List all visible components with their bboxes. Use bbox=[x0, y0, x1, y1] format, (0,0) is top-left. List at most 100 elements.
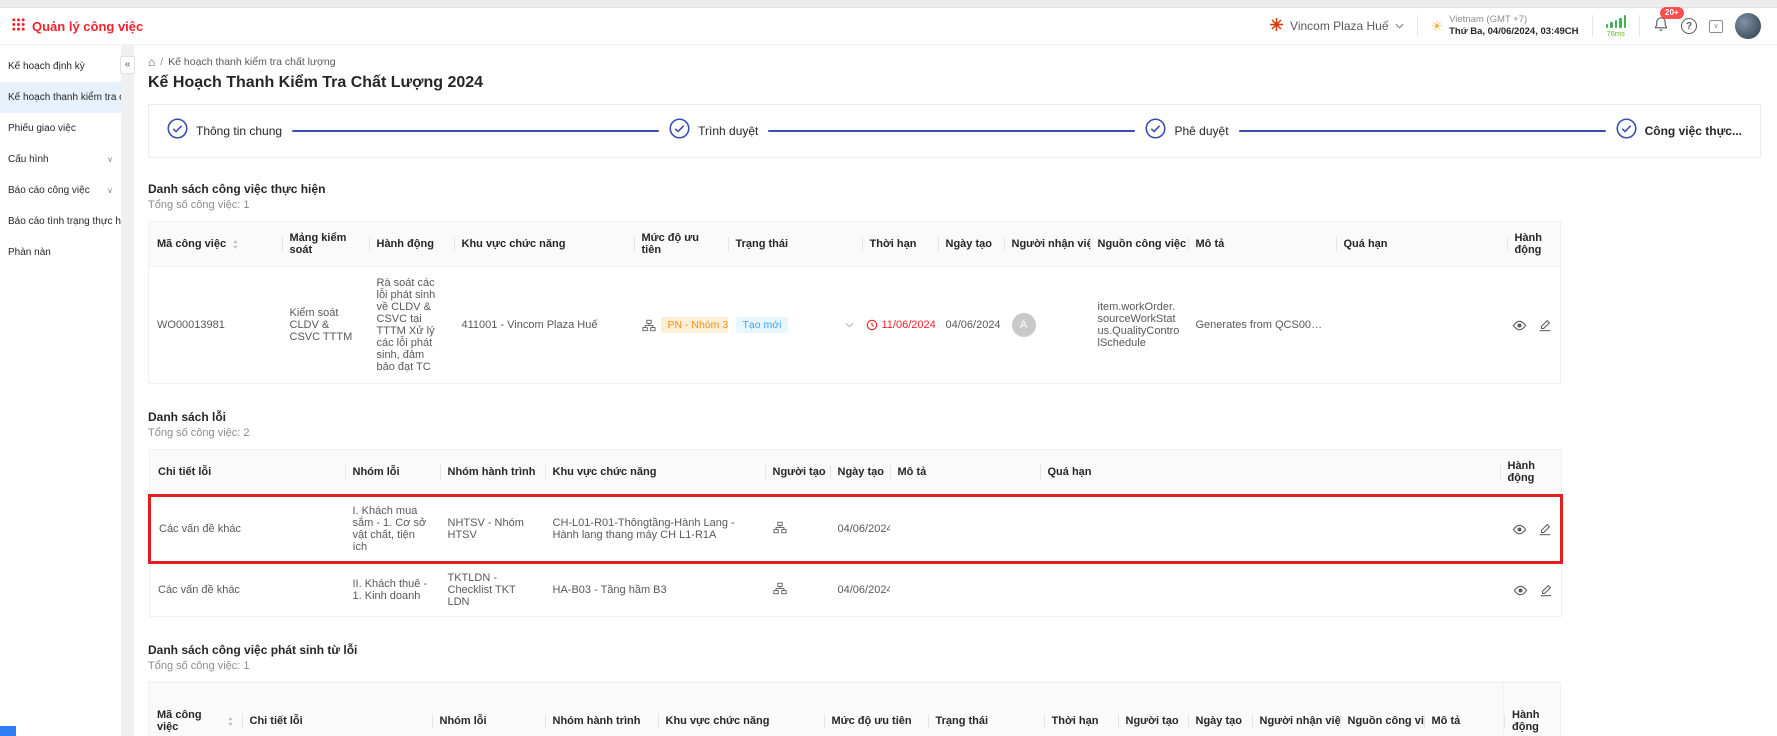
overdue bbox=[1336, 267, 1507, 384]
sidebar-item-label: Báo cáo công việc bbox=[8, 185, 90, 196]
section-derived-list: Danh sách công việc phát sinh từ lỗi Tổn… bbox=[148, 643, 1761, 736]
status-badge: Tạo mới bbox=[736, 317, 789, 333]
app-grid-icon[interactable] bbox=[12, 18, 25, 34]
description bbox=[890, 563, 1040, 617]
network-status[interactable]: 76ms bbox=[1606, 15, 1627, 38]
app-menu[interactable]: Quản lý công việc bbox=[12, 18, 143, 34]
functional-area: HA-B03 - Tầng hầm B3 bbox=[545, 563, 765, 617]
work-row: WO00013981 Kiểm soát CLDV & CSVC TTTM Rà… bbox=[149, 267, 1561, 384]
sidebar-item-label: Kế hoạch thanh kiểm tra chất... bbox=[8, 92, 121, 103]
layout: Kế hoạch định kỳ Kế hoạch thanh kiểm tra… bbox=[0, 45, 1777, 736]
column-header: Nhóm hành trình bbox=[440, 450, 545, 496]
topbar-icons: 20+ ? ∨ bbox=[1653, 13, 1761, 39]
column-header: Hành động bbox=[1507, 222, 1561, 267]
app-title: Quản lý công việc bbox=[32, 19, 143, 34]
chevron-down-icon: ∨ bbox=[107, 155, 113, 164]
view-button[interactable] bbox=[1512, 522, 1527, 537]
work-code: WO00013981 bbox=[149, 267, 282, 384]
created-date: 04/06/2024 bbox=[830, 563, 890, 617]
step-phe-duyet[interactable]: Phê duyệt bbox=[1145, 118, 1228, 144]
timezone-label: Vietnam (GMT +7) bbox=[1449, 14, 1578, 26]
clock-icon bbox=[866, 319, 878, 331]
sidebar-item-ke-hoach-dinh-ky[interactable]: Kế hoạch định kỳ bbox=[0, 51, 121, 82]
timezone-widget[interactable]: ☀ Vietnam (GMT +7) Thứ Ba, 04/06/2024, 0… bbox=[1431, 14, 1579, 39]
derived-list-table: Mã công việc Chi tiết lỗi Nhóm lỗi Nhóm … bbox=[148, 682, 1561, 736]
column-header: Người tạo bbox=[1118, 683, 1188, 736]
sidebar-item-phieu-giao-viec[interactable]: Phiếu giao việc bbox=[0, 113, 121, 144]
edit-button[interactable] bbox=[1538, 318, 1552, 332]
work-description: Generates from QCS00013976, Kiể... bbox=[1188, 267, 1336, 384]
user-avatar[interactable] bbox=[1735, 13, 1761, 39]
sidebar-item-bao-cao-cong-viec[interactable]: Báo cáo công việc ∨ bbox=[0, 175, 121, 206]
column-header: Nhóm lỗi bbox=[345, 450, 440, 496]
view-button[interactable] bbox=[1513, 583, 1528, 598]
column-header: Ngày tạo bbox=[938, 222, 1004, 267]
work-source: item.workOrder.sourceWorkStatus.QualityC… bbox=[1090, 267, 1188, 384]
created-date: 04/06/2024 bbox=[938, 267, 1004, 384]
assignee-avatar[interactable]: A bbox=[1012, 313, 1036, 337]
org-switcher[interactable]: Vincom Plaza Huế bbox=[1269, 17, 1404, 35]
step-cong-viec-thuc-hien[interactable]: Công việc thực... bbox=[1616, 118, 1742, 144]
home-icon[interactable]: ⌂ bbox=[148, 55, 155, 69]
column-header: Mã công việc bbox=[149, 222, 282, 267]
breadcrumb-separator: / bbox=[160, 56, 163, 68]
overdue bbox=[1040, 563, 1500, 617]
journey-group: NHTSV - Nhóm HTSV bbox=[440, 496, 545, 563]
bell-icon bbox=[1653, 19, 1669, 36]
hierarchy-icon[interactable] bbox=[773, 582, 787, 595]
edit-button[interactable] bbox=[1538, 522, 1552, 536]
sidebar-item-bao-cao-tinh-trang[interactable]: Báo cáo tình trạng thực hiện ∨ bbox=[0, 206, 121, 237]
chevron-down-icon[interactable] bbox=[845, 322, 854, 328]
sidebar-item-label: Phiếu giao việc bbox=[8, 123, 76, 134]
column-header: Khu vực chức năng bbox=[454, 222, 634, 267]
priority-badge: PN - Nhóm 3 bbox=[661, 317, 728, 333]
column-header: Mô tả bbox=[890, 450, 1040, 496]
help-button[interactable]: ? bbox=[1681, 18, 1697, 34]
error-group: I. Khách mua sắm - 1. Cơ sở vật chất, ti… bbox=[345, 496, 440, 563]
org-name: Vincom Plaza Huế bbox=[1290, 19, 1389, 33]
column-header: Mức độ ưu tiên bbox=[824, 683, 928, 736]
section-title: Danh sách công việc thực hiện bbox=[148, 182, 1761, 196]
section-total: Tổng số công việc: 1 bbox=[148, 660, 1761, 672]
divider bbox=[1592, 15, 1593, 37]
hierarchy-icon[interactable] bbox=[642, 319, 656, 332]
column-header: Trạng thái bbox=[928, 683, 1044, 736]
section-title: Danh sách lỗi bbox=[148, 410, 1761, 424]
workspace-icon[interactable]: ∨ bbox=[1709, 20, 1723, 33]
sidebar-collapse-button[interactable]: « bbox=[120, 56, 135, 74]
table-header-row: Mã công việc Chi tiết lỗi Nhóm lỗi Nhóm … bbox=[149, 683, 1561, 736]
column-header: Quá hạn bbox=[1336, 222, 1507, 267]
column-header: Nguồn công việc bbox=[1340, 683, 1424, 736]
step-thong-tin-chung[interactable]: Thông tin chung bbox=[167, 118, 282, 144]
column-header: Trạng thái bbox=[728, 222, 862, 267]
column-header: Mô tả bbox=[1188, 222, 1336, 267]
sort-icon[interactable] bbox=[232, 239, 239, 250]
step-label: Phê duyệt bbox=[1174, 124, 1228, 138]
stepper: Thông tin chung Trình duyệt Phê duyệt Cô… bbox=[148, 104, 1761, 158]
sidebar-item-label: Cấu hình bbox=[8, 154, 49, 165]
work-action-text: Rà soát các lỗi phát sinh về CLDV & CSVC… bbox=[369, 267, 454, 384]
section-total: Tổng số công việc: 2 bbox=[148, 427, 1761, 439]
notifications-button[interactable]: 20+ bbox=[1653, 16, 1669, 37]
column-header: Chi tiết lỗi bbox=[150, 450, 345, 496]
check-circle-icon bbox=[669, 118, 690, 144]
step-trinh-duyet[interactable]: Trình duyệt bbox=[669, 118, 758, 144]
sidebar-item-cau-hinh[interactable]: Cấu hình ∨ bbox=[0, 144, 121, 175]
column-header: Người nhận việc bbox=[1252, 683, 1340, 736]
check-circle-icon bbox=[1145, 118, 1166, 144]
chat-widget-stub[interactable] bbox=[0, 726, 16, 736]
hierarchy-icon[interactable] bbox=[773, 521, 787, 534]
description bbox=[890, 496, 1040, 563]
column-header: Hành động bbox=[1500, 450, 1562, 496]
view-button[interactable] bbox=[1512, 318, 1527, 333]
column-header: Mảng kiểm soát bbox=[282, 222, 369, 267]
sidebar-item-ke-hoach-thanh-kiem-tra[interactable]: Kế hoạch thanh kiểm tra chất... bbox=[0, 82, 121, 113]
breadcrumb-current[interactable]: Kế hoạch thanh kiểm tra chất lượng bbox=[168, 56, 335, 68]
main-content: ⌂ / Kế hoạch thanh kiểm tra chất lượng K… bbox=[134, 45, 1777, 736]
sort-icon[interactable] bbox=[227, 716, 234, 727]
screen: Quản lý công việc Vincom Plaza Huế ☀ Vie… bbox=[0, 0, 1777, 736]
journey-group: TKTLDN - Checklist TKT LDN bbox=[440, 563, 545, 617]
sidebar-item-phan-nan[interactable]: Phàn nàn bbox=[0, 237, 121, 268]
edit-button[interactable] bbox=[1539, 583, 1553, 597]
table-header-row: Mã công việc Mảng kiểm soát Hành động Kh… bbox=[149, 222, 1561, 267]
